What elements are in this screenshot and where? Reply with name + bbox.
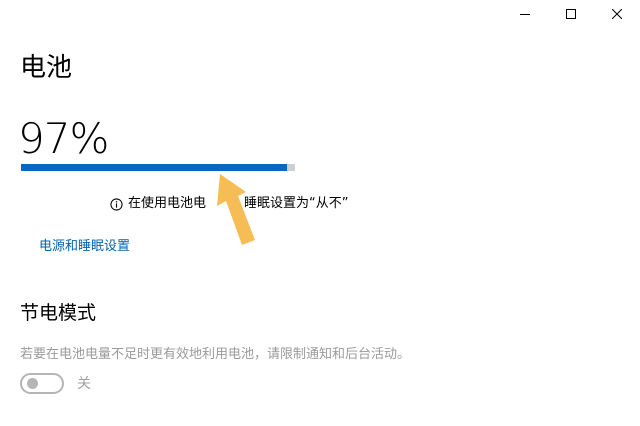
toggle-knob xyxy=(27,378,38,389)
close-button[interactable] xyxy=(594,0,640,28)
settings-window: 电池 97% 在使用电池电 睡眠设置为“从不” 电源和睡眠设置 节电模式 若要在… xyxy=(0,0,640,426)
pointer-arrow-icon xyxy=(217,174,255,245)
battery-percentage: 97% xyxy=(18,114,109,163)
close-icon xyxy=(612,9,622,19)
power-sleep-settings-link[interactable]: 电源和睡眠设置 xyxy=(39,237,130,257)
battery-saver-title: 节电模式 xyxy=(20,302,97,324)
minimize-button[interactable] xyxy=(502,0,548,28)
battery-saver-toggle-row: 关 xyxy=(20,373,91,394)
maximize-button[interactable] xyxy=(548,0,594,28)
battery-info-text-start: 在使用电池电 xyxy=(128,196,207,211)
window-controls xyxy=(502,0,640,28)
battery-saver-toggle[interactable] xyxy=(20,373,64,394)
minimize-icon xyxy=(520,14,530,15)
battery-saver-toggle-state: 关 xyxy=(77,375,91,392)
battery-level-fill xyxy=(21,164,287,171)
maximize-icon xyxy=(566,9,576,19)
battery-saver-description: 若要在电池电量不足时更有效地利用电池，请限制通知和后台活动。 xyxy=(20,347,411,362)
battery-level-bar xyxy=(21,164,295,171)
page-title: 电池 xyxy=(20,53,73,83)
info-icon xyxy=(110,197,123,211)
